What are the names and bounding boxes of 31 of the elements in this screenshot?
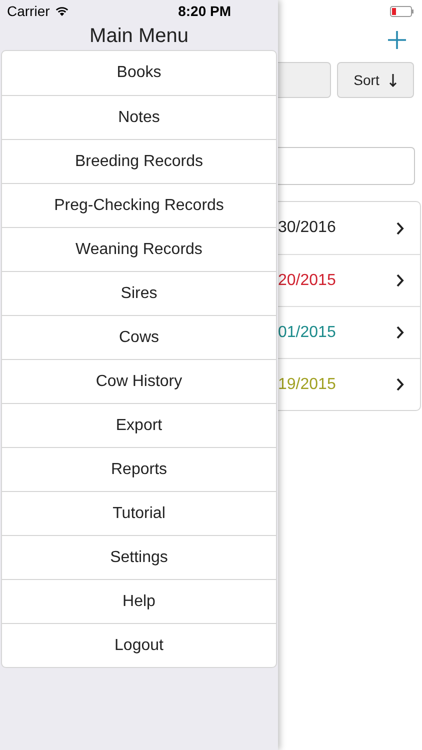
menu-item[interactable]: Sires: [2, 271, 276, 315]
add-icon[interactable]: [388, 31, 406, 49]
down-arrow-icon: [389, 74, 398, 86]
date-text: 20/2015: [278, 270, 336, 290]
menu-item[interactable]: Cows: [2, 315, 276, 359]
menu-item[interactable]: Notes: [2, 95, 276, 139]
wifi-icon: [54, 6, 69, 16]
menu-item[interactable]: Settings: [2, 535, 276, 579]
time-label: 8:20 PM: [178, 2, 231, 20]
menu-title: Main Menu: [90, 24, 188, 49]
date-text: 19/2015: [278, 374, 336, 394]
chevron-icon[interactable]: [396, 326, 404, 339]
menu-item[interactable]: Preg-Checking Records: [2, 183, 276, 227]
search-field[interactable]: [278, 147, 415, 185]
chevron-icon[interactable]: [396, 222, 404, 234]
menu-item[interactable]: Books: [2, 51, 276, 95]
menu-item[interactable]: Tutorial: [2, 491, 276, 535]
menu-item[interactable]: Logout: [2, 623, 276, 667]
menu-item[interactable]: Reports: [2, 447, 276, 491]
menu-item[interactable]: Help: [2, 579, 276, 623]
sort-button[interactable]: Sort: [337, 62, 414, 98]
menu-item[interactable]: Export: [2, 403, 276, 447]
menu-item[interactable]: Cow History: [2, 359, 276, 403]
carrier-label: Carrier: [7, 2, 50, 20]
date-text: 01/2015: [278, 322, 336, 342]
chevron-icon[interactable]: [396, 378, 404, 391]
date-text: 30/2016: [278, 218, 336, 238]
menu-item[interactable]: Weaning Records: [2, 227, 276, 271]
menu-item[interactable]: Breeding Records: [2, 139, 276, 183]
chevron-icon[interactable]: [396, 274, 404, 287]
battery-icon: [390, 6, 414, 16]
